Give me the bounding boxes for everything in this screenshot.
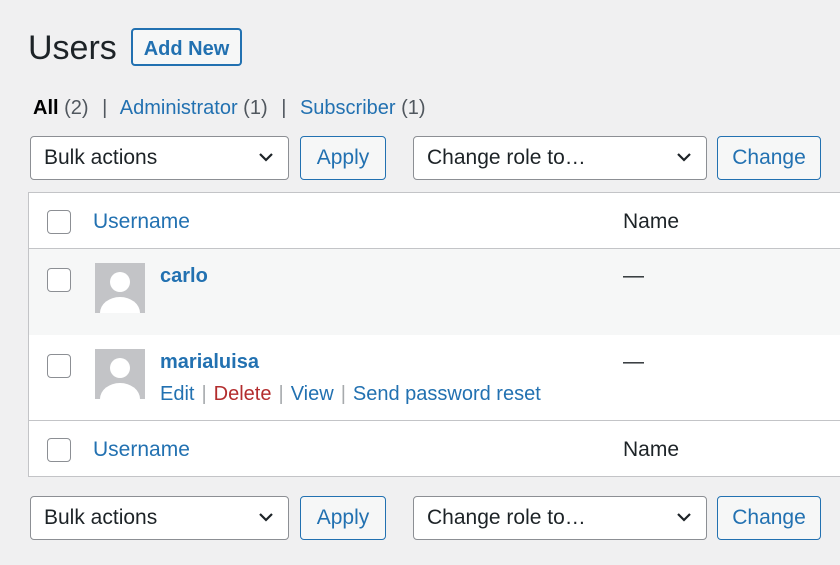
column-name: Name [623, 210, 680, 233]
avatar [95, 349, 145, 399]
filter-all-label: All [33, 97, 59, 119]
chevron-down-icon [259, 513, 273, 522]
change-role-select-top[interactable]: Change role to… [413, 136, 707, 180]
add-new-button[interactable]: Add New [131, 28, 242, 66]
bulk-actions-select-bottom[interactable]: Bulk actions [30, 496, 289, 540]
filter-administrator[interactable]: Administrator (1) [120, 97, 273, 119]
user-silhouette-icon [95, 349, 145, 399]
table-row: carlo — [29, 249, 840, 335]
filter-separator: | [281, 97, 287, 119]
column-username-footer[interactable]: Username [93, 437, 190, 463]
username-link[interactable]: carlo [160, 263, 208, 289]
change-role-select-bottom[interactable]: Change role to… [413, 496, 707, 540]
bulk-actions-value: Bulk actions [44, 146, 158, 169]
table-header: Username Name [29, 193, 840, 249]
change-role-value: Change role to… [427, 506, 586, 529]
apply-button-bottom[interactable]: Apply [300, 496, 386, 540]
username-link[interactable]: marialuisa [160, 349, 259, 375]
send-password-reset-link[interactable]: Send password reset [353, 383, 541, 405]
column-username[interactable]: Username [93, 209, 190, 235]
page-title: Users [28, 29, 117, 67]
users-table: Username Name carlo — marialuisa — Edit … [28, 192, 840, 477]
change-role-value: Change role to… [427, 146, 586, 169]
name-value: — [623, 350, 644, 373]
view-link[interactable]: View [291, 383, 334, 405]
filter-all[interactable]: All (2) [33, 97, 94, 119]
action-separator: | [201, 383, 207, 405]
filter-administrator-label: Administrator [119, 97, 238, 119]
bulk-actions-value: Bulk actions [44, 506, 158, 529]
change-button-top[interactable]: Change [717, 136, 821, 180]
table-footer: Username Name [29, 421, 840, 477]
chevron-down-icon [677, 513, 691, 522]
row-checkbox[interactable] [47, 354, 71, 378]
role-filters: All (2) | Administrator (1) | Subscriber… [33, 95, 426, 121]
filter-subscriber-count: (1) [401, 97, 426, 119]
filter-administrator-count: (1) [243, 97, 268, 119]
user-silhouette-icon [95, 263, 145, 313]
select-all-checkbox-footer[interactable] [47, 438, 71, 462]
users-page: Users Add New All (2) | Administrator (1… [0, 0, 840, 565]
avatar [95, 263, 145, 313]
apply-button-top[interactable]: Apply [300, 136, 386, 180]
action-separator: | [278, 383, 284, 405]
row-checkbox[interactable] [47, 268, 71, 292]
name-value: — [623, 264, 644, 287]
filter-separator: | [102, 97, 108, 119]
filter-all-count: (2) [64, 97, 89, 119]
row-actions: Edit | Delete | View | Send password reset [160, 381, 541, 407]
action-separator: | [340, 383, 346, 405]
change-button-bottom[interactable]: Change [717, 496, 821, 540]
filter-subscriber-label: Subscriber [299, 97, 396, 119]
edit-link[interactable]: Edit [160, 383, 194, 405]
chevron-down-icon [259, 153, 273, 162]
column-name-footer: Name [623, 438, 680, 461]
bulk-actions-select-top[interactable]: Bulk actions [30, 136, 289, 180]
select-all-checkbox[interactable] [47, 210, 71, 234]
filter-subscriber[interactable]: Subscriber (1) [300, 97, 426, 119]
chevron-down-icon [677, 153, 691, 162]
delete-link[interactable]: Delete [214, 383, 272, 405]
table-row: marialuisa — Edit | Delete | View | Send passw… [29, 335, 840, 421]
